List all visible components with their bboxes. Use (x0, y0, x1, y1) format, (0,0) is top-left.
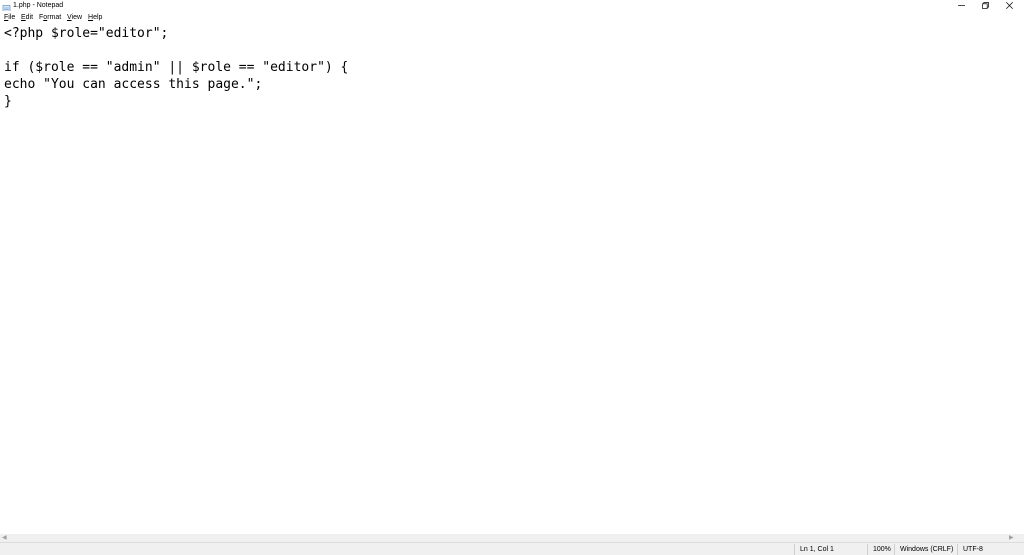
close-icon (1006, 2, 1013, 9)
menu-view-label: iew (71, 14, 83, 21)
menu-help[interactable]: Help (88, 13, 102, 22)
status-separator (957, 544, 958, 555)
menu-help-label: elp (93, 14, 103, 21)
restore-button[interactable] (974, 0, 998, 11)
menu-format-label: rmat (47, 14, 62, 21)
menu-format[interactable]: Format (39, 13, 61, 22)
text-editor[interactable]: <?php $role="editor"; if ($role == "admi… (0, 23, 1017, 534)
menu-edit-label: dit (25, 14, 34, 21)
title-bar[interactable]: 1.php - Notepad (0, 0, 1024, 14)
notepad-icon (2, 1, 11, 14)
minimize-button[interactable] (950, 0, 974, 11)
window-title: 1.php - Notepad (13, 2, 64, 9)
zoom-level: 100% (873, 546, 891, 553)
restore-icon (982, 2, 989, 9)
scrollbar-corner (1017, 534, 1024, 542)
menu-edit[interactable]: Edit (21, 13, 33, 22)
horizontal-scrollbar[interactable]: ◀ ▶ (0, 534, 1017, 542)
scroll-right-icon[interactable]: ▶ (1009, 534, 1014, 542)
editor-content[interactable]: <?php $role="editor"; if ($role == "admi… (4, 25, 348, 110)
status-bar: Ln 1, Col 1 100% Windows (CRLF) UTF-8 (0, 542, 1024, 555)
line-ending: Windows (CRLF) (900, 546, 954, 553)
menu-file-label: ile (8, 14, 16, 21)
menu-bar: File Edit Format View Help (0, 11, 1024, 23)
minimize-icon (958, 5, 965, 6)
status-separator (894, 544, 895, 555)
close-button[interactable] (998, 0, 1022, 11)
status-separator (794, 544, 795, 555)
scroll-left-icon[interactable]: ◀ (2, 534, 7, 542)
encoding: UTF-8 (963, 546, 983, 553)
vertical-scrollbar[interactable] (1017, 23, 1024, 534)
cursor-position: Ln 1, Col 1 (800, 546, 834, 553)
status-separator (867, 544, 868, 555)
menu-file[interactable]: File (4, 13, 15, 22)
menu-view[interactable]: View (67, 13, 82, 22)
